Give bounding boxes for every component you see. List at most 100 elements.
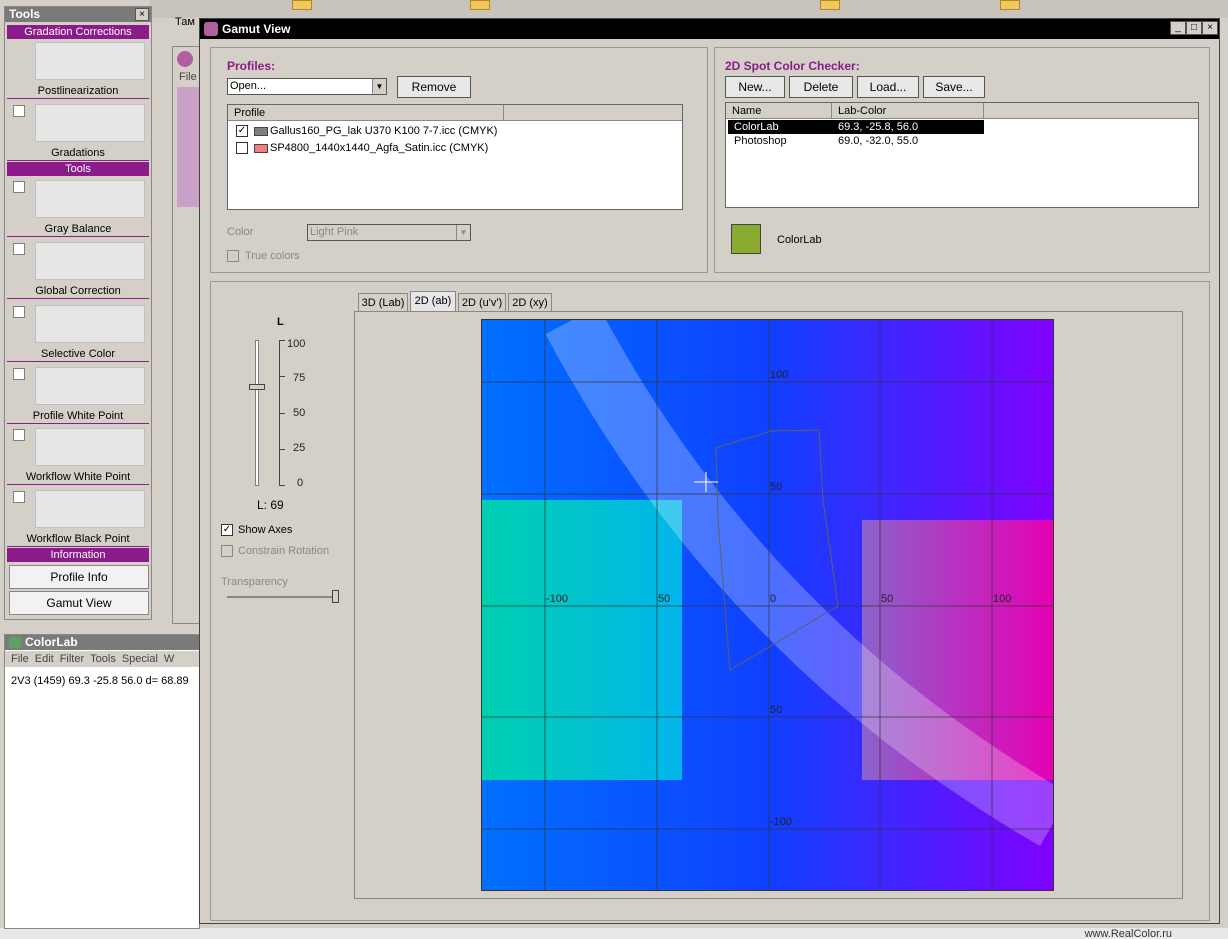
profile-column-header[interactable]: Profile xyxy=(228,105,504,121)
profiles-list[interactable]: Profile ✓ Gallus160_PG_lak U370 K100 7-7… xyxy=(227,104,683,210)
menu-tools[interactable]: Tools xyxy=(90,653,116,665)
folder-icon[interactable] xyxy=(820,0,840,10)
tool-global-correction[interactable]: Global Correction xyxy=(7,239,149,299)
profiles-group: Profiles: Open... ▼ Remove Profile ✓ Gal… xyxy=(210,47,708,273)
new-button[interactable]: New... xyxy=(725,76,785,98)
axis-label-a-100: 100 xyxy=(993,593,1012,605)
tool-selective-color[interactable]: Selective Color xyxy=(7,302,149,362)
true-colors-checkbox[interactable] xyxy=(227,250,239,262)
tab-3d-lab[interactable]: 3D (Lab) xyxy=(358,293,408,313)
spot-colors-list[interactable]: Name Lab-Color ColorLab 69.3, -25.8, 56.… xyxy=(725,102,1199,208)
lab-column-header[interactable]: Lab-Color xyxy=(832,103,984,119)
transparency-slider-thumb[interactable] xyxy=(332,590,339,603)
save-button[interactable]: Save... xyxy=(923,76,985,98)
profile-checkbox[interactable] xyxy=(236,142,248,154)
tool-label: Workflow Black Point xyxy=(26,533,130,545)
tools-panel-title: Tools xyxy=(5,7,151,22)
l-slider-track[interactable] xyxy=(255,340,259,486)
tool-checkbox[interactable] xyxy=(13,429,25,441)
name-column-header[interactable]: Name xyxy=(726,103,832,119)
l-tick-label: 50 xyxy=(293,407,306,419)
minimize-icon[interactable]: _ xyxy=(1170,21,1186,35)
tool-profile-white-point[interactable]: Profile White Point xyxy=(7,364,149,424)
remove-button[interactable]: Remove xyxy=(397,76,471,98)
menu-edit[interactable]: Edit xyxy=(35,653,54,665)
menu-file[interactable]: File xyxy=(11,653,29,665)
tool-checkbox[interactable] xyxy=(13,243,25,255)
chevron-down-icon[interactable]: ▼ xyxy=(456,225,470,240)
tool-checkbox[interactable] xyxy=(13,105,25,117)
list-item[interactable]: ✓ Gallus160_PG_lak U370 K100 7-7.icc (CM… xyxy=(228,123,682,140)
tab-2d-ab[interactable]: 2D (ab) xyxy=(410,291,456,313)
spot-color-checker-group: 2D Spot Color Checker: New... Delete Loa… xyxy=(714,47,1210,273)
l-slider-thumb[interactable] xyxy=(249,384,265,390)
load-button[interactable]: Load... xyxy=(857,76,919,98)
constrain-rotation-label: Constrain Rotation xyxy=(238,545,330,557)
transparency-slider-track[interactable] xyxy=(227,596,337,598)
tab-2d-xy[interactable]: 2D (xy) xyxy=(508,293,552,313)
chevron-down-icon[interactable]: ▼ xyxy=(372,79,386,94)
color-dropdown[interactable]: Light Pink ▼ xyxy=(307,224,471,241)
delete-button[interactable]: Delete xyxy=(789,76,853,98)
axis-label-b-minus-100: -100 xyxy=(770,816,793,828)
tool-gradations[interactable]: Gradations xyxy=(7,101,149,161)
axis-label-origin: 0 xyxy=(770,593,777,605)
background-window[interactable]: File xyxy=(172,46,202,624)
profile-color-swatch xyxy=(254,127,268,136)
show-axes-checkbox[interactable]: ✓ xyxy=(221,524,233,536)
list-item[interactable]: SP4800_1440x1440_Agfa_Satin.icc (CMYK) xyxy=(228,140,682,157)
tool-label: Postlinearization xyxy=(37,85,119,97)
tool-checkbox[interactable] xyxy=(13,368,25,380)
table-row[interactable]: Photoshop 69.0, -32.0, 55.0 xyxy=(728,134,984,148)
file-menu[interactable]: File xyxy=(179,71,197,83)
section-tools: Tools xyxy=(7,162,149,176)
tool-checkbox[interactable] xyxy=(13,181,25,193)
close-icon[interactable]: × xyxy=(1202,21,1218,35)
tool-gray-balance[interactable]: Gray Balance xyxy=(7,177,149,237)
l-scale-tick xyxy=(279,340,285,341)
profile-checkbox[interactable]: ✓ xyxy=(236,125,248,137)
tool-workflow-black-point[interactable]: Workflow Black Point xyxy=(7,487,149,547)
true-colors-label: True colors xyxy=(245,250,300,262)
menu-filter[interactable]: Filter xyxy=(60,653,84,665)
dropdown-value: Open... xyxy=(230,80,267,92)
tab-2d-uv[interactable]: 2D (u'v') xyxy=(458,293,506,313)
tool-label: Gradations xyxy=(51,147,105,159)
maximize-icon[interactable]: □ xyxy=(1186,21,1202,35)
close-icon[interactable]: × xyxy=(135,8,149,21)
tool-checkbox[interactable] xyxy=(13,306,25,318)
tool-label: Global Correction xyxy=(35,285,121,297)
postlinearization-icon xyxy=(35,42,145,80)
constrain-rotation-checkbox[interactable] xyxy=(221,545,233,557)
spot-name: Photoshop xyxy=(734,135,787,147)
tool-workflow-white-point[interactable]: Workflow White Point xyxy=(7,425,149,485)
table-row[interactable]: ColorLab 69.3, -25.8, 56.0 xyxy=(728,120,984,134)
transparency-label: Transparency xyxy=(221,576,288,588)
profile-name: SP4800_1440x1440_Agfa_Satin.icc (CMYK) xyxy=(270,142,489,154)
ab-color-plane[interactable] xyxy=(481,319,1054,891)
app-icon xyxy=(177,51,193,67)
axis-label-a-50: 50 xyxy=(881,593,894,605)
l-tick-label: 100 xyxy=(287,338,306,350)
tools-panel: Tools × Gradation Corrections Postlinear… xyxy=(4,6,152,620)
folder-icon[interactable] xyxy=(1000,0,1020,10)
footer-url: www.RealColor.ru xyxy=(1084,928,1172,939)
folder-icon[interactable] xyxy=(470,0,490,10)
tool-checkbox[interactable] xyxy=(13,491,25,503)
axis-label-b-50: 50 xyxy=(770,481,783,493)
gamut-view-button[interactable]: Gamut View xyxy=(9,591,149,615)
axis-label-b-100: 100 xyxy=(770,369,789,381)
folder-icon[interactable] xyxy=(292,0,312,10)
menu-window[interactable]: W xyxy=(164,653,174,665)
axis-label-a-minus-100: -100 xyxy=(546,593,569,605)
column-header-filler xyxy=(504,105,682,121)
profiles-open-dropdown[interactable]: Open... ▼ xyxy=(227,78,387,95)
menu-special[interactable]: Special xyxy=(122,653,158,665)
workflow-black-point-icon xyxy=(35,490,145,528)
profile-info-button[interactable]: Profile Info xyxy=(9,565,149,589)
colorlab-window[interactable]: ColorLab File Edit Filter Tools Special W 2V3… xyxy=(4,634,200,929)
axis-label-b-minus-50: 50 xyxy=(770,704,783,716)
profile-name: Gallus160_PG_lak U370 K100 7-7.icc (CMYK… xyxy=(270,125,498,137)
profiles-heading: Profiles: xyxy=(227,59,276,73)
tool-postlinearization[interactable]: Postlinearization xyxy=(7,39,149,99)
